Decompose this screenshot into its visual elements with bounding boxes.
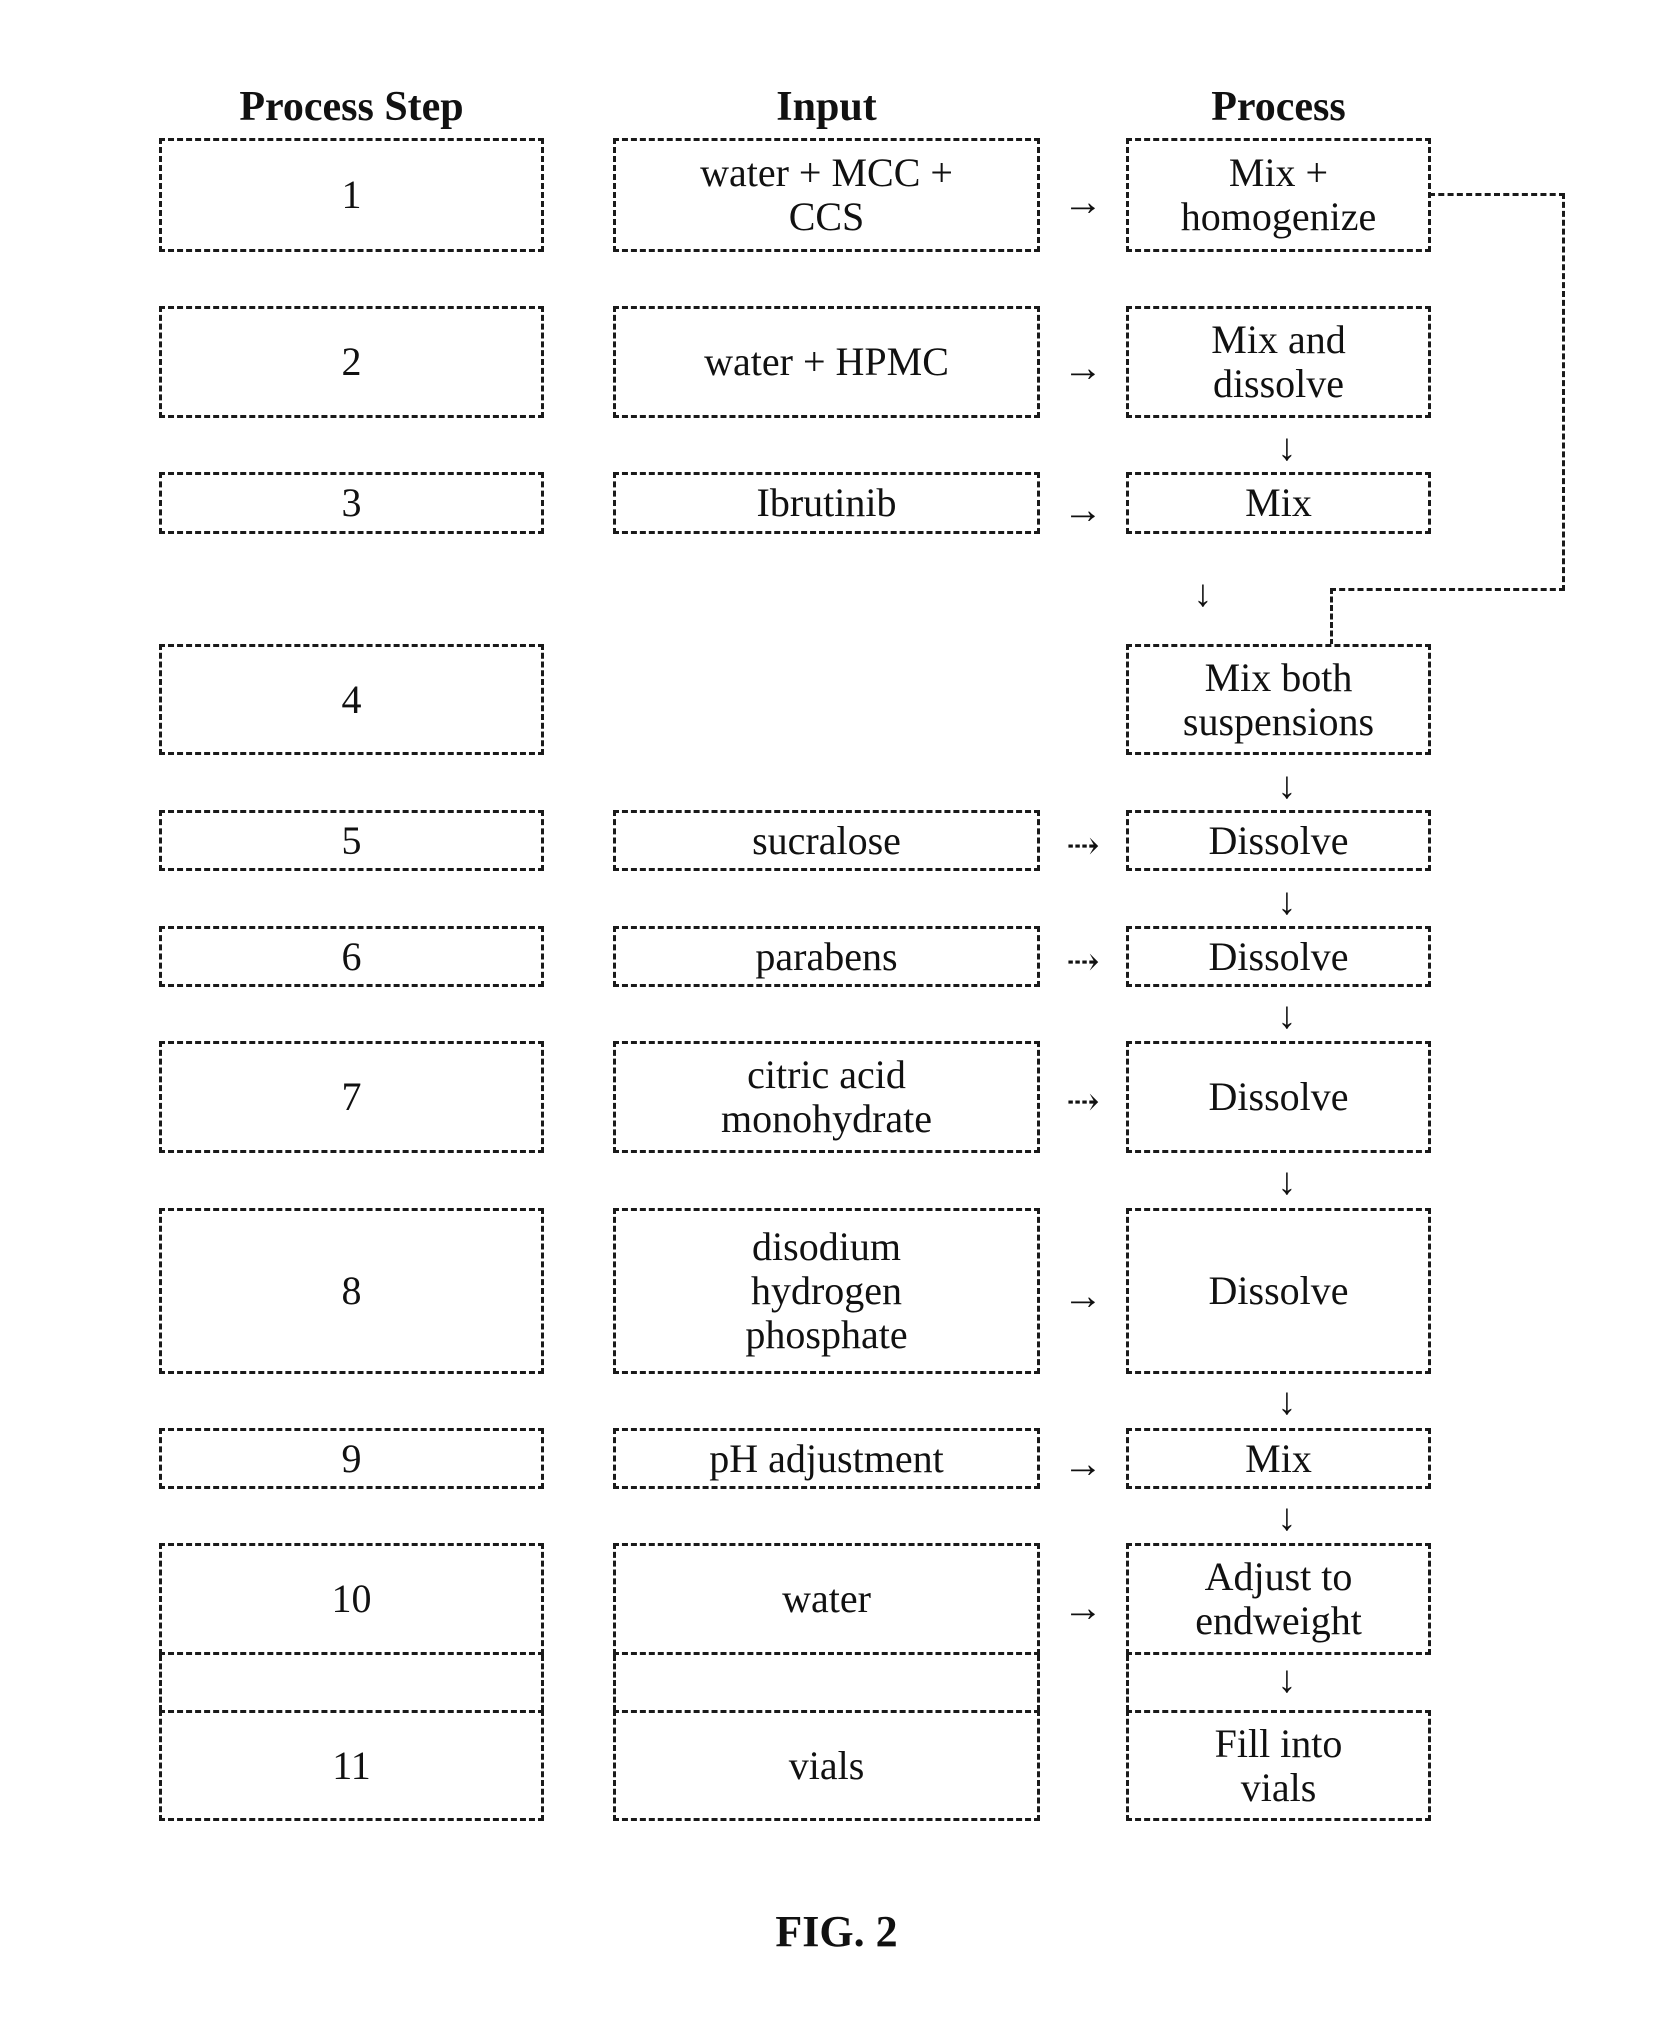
- down-arrow-icon: ↓: [1277, 1659, 1297, 1701]
- step-box-6: 6: [159, 926, 544, 987]
- step-box-8: 8: [159, 1208, 544, 1374]
- process-box-5: Dissolve: [1126, 810, 1431, 871]
- process-box-3: Mix: [1126, 472, 1431, 534]
- step-box-10: 10: [159, 1543, 544, 1655]
- process-box-2: Mix and dissolve: [1126, 306, 1431, 418]
- header-process-step: Process Step: [239, 84, 464, 130]
- input-box-8: disodium hydrogen phosphate: [613, 1208, 1040, 1374]
- step-box-3: 3: [159, 472, 544, 534]
- process-box-4: Mix both suspensions: [1126, 644, 1431, 755]
- right-arrow-icon: →: [1063, 1441, 1103, 1486]
- input-box-6: parabens: [613, 926, 1040, 987]
- down-arrow-icon: ↓: [1277, 765, 1297, 807]
- spacer-cell: [613, 1655, 1040, 1711]
- down-arrow-icon: ↓: [1277, 995, 1297, 1037]
- right-arrow-icon: →: [1063, 487, 1103, 532]
- connector-line: [1126, 1655, 1129, 1711]
- process-box-6: Dissolve: [1126, 926, 1431, 987]
- input-box-7: citric acid monohydrate: [613, 1041, 1040, 1153]
- process-box-9: Mix: [1126, 1428, 1431, 1489]
- process-box-10: Adjust to endweight: [1126, 1543, 1431, 1655]
- connector-line: [1330, 588, 1565, 591]
- input-box-11: vials: [613, 1710, 1040, 1821]
- down-arrow-icon: ↓: [1277, 881, 1297, 923]
- step-box-11: 11: [159, 1710, 544, 1821]
- step-box-5: 5: [159, 810, 544, 871]
- step-box-9: 9: [159, 1428, 544, 1489]
- dashed-right-arrow-icon: ⇢: [1066, 823, 1100, 868]
- down-arrow-icon: ↓: [1277, 1161, 1297, 1203]
- process-box-11: Fill into vials: [1126, 1710, 1431, 1821]
- dashed-right-arrow-icon: ⇢: [1066, 1079, 1100, 1124]
- dashed-right-arrow-icon: ⇢: [1066, 939, 1100, 984]
- right-arrow-icon: →: [1063, 345, 1103, 390]
- right-arrow-icon: →: [1063, 1585, 1103, 1630]
- step-box-1: 1: [159, 138, 544, 252]
- header-input: Input: [776, 84, 877, 130]
- down-arrow-icon: ↓: [1277, 1381, 1297, 1423]
- connector-line: [1562, 193, 1565, 591]
- input-box-9: pH adjustment: [613, 1428, 1040, 1489]
- process-box-7: Dissolve: [1126, 1041, 1431, 1153]
- right-arrow-icon: →: [1063, 1273, 1103, 1318]
- header-process: Process: [1211, 84, 1346, 130]
- down-arrow-icon: ↓: [1193, 573, 1213, 615]
- step-box-4: 4: [159, 644, 544, 755]
- input-box-3: Ibrutinib: [613, 472, 1040, 534]
- right-arrow-icon: →: [1063, 179, 1103, 224]
- input-box-2: water + HPMC: [613, 306, 1040, 418]
- process-box-8: Dissolve: [1126, 1208, 1431, 1374]
- process-box-1: Mix + homogenize: [1126, 138, 1431, 252]
- down-arrow-icon: ↓: [1277, 427, 1297, 469]
- input-box-5: sucralose: [613, 810, 1040, 871]
- spacer-cell: [159, 1655, 544, 1711]
- step-box-7: 7: [159, 1041, 544, 1153]
- down-arrow-icon: ↓: [1277, 1497, 1297, 1539]
- figure-caption: FIG. 2: [775, 1907, 898, 1956]
- step-box-2: 2: [159, 306, 544, 418]
- connector-line: [1330, 588, 1333, 645]
- input-box-1: water + MCC + CCS: [613, 138, 1040, 252]
- input-box-10: water: [613, 1543, 1040, 1655]
- connector-line: [1429, 193, 1565, 196]
